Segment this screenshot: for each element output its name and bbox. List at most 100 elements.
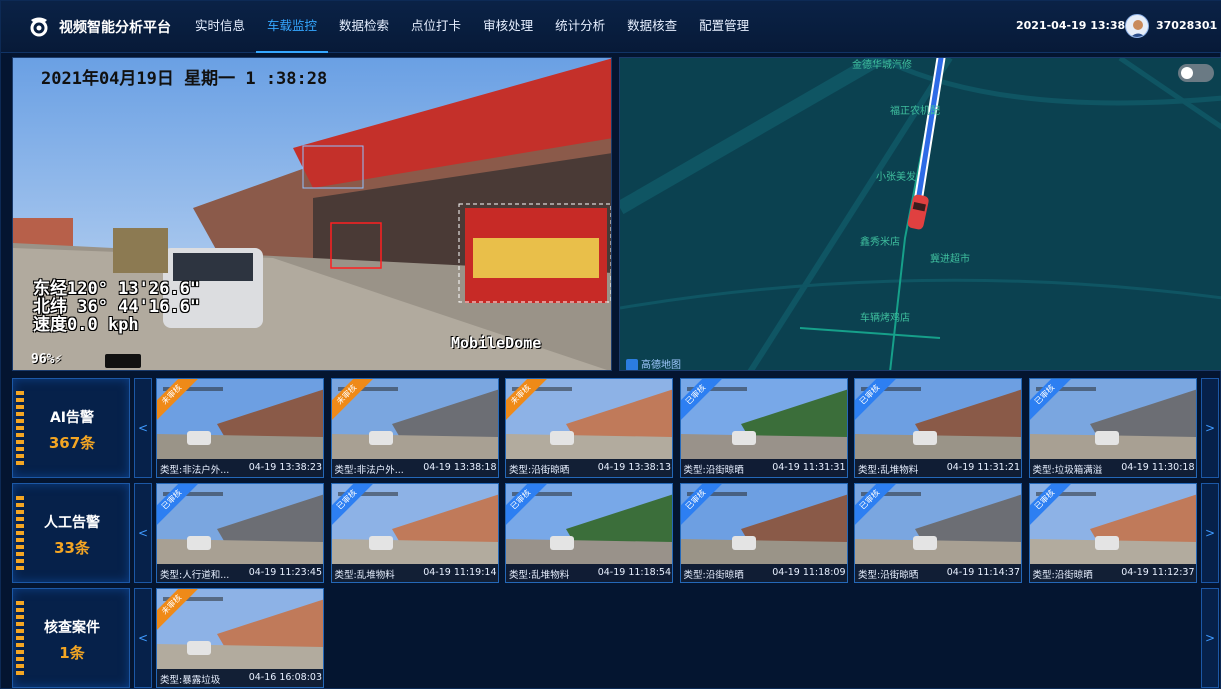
video-datetime-overlay: 2021年04月19日 星期一 1 :38:28 xyxy=(41,69,328,89)
app-root: 视频智能分析平台 实时信息 车载监控 数据检索 点位打卡 审核处理 统计分析 数据核查 配置管… xyxy=(0,0,1221,689)
prev-page-button[interactable]: < xyxy=(134,378,152,478)
thumbnail-caption: 类型:沿街晾晒 04-19 11:12:37 xyxy=(1029,564,1196,582)
user-avatar[interactable] xyxy=(1125,14,1149,38)
alert-time: 04-19 11:14:37 xyxy=(946,567,1020,578)
alert-time: 04-19 11:23:45 xyxy=(248,567,322,578)
alert-thumbnail[interactable]: 已审核 类型:垃圾箱满溢 04-19 11:30:18 xyxy=(1028,378,1197,478)
alert-type: 类型:乱堆物料 xyxy=(509,570,570,581)
category-stripe-icon xyxy=(16,601,24,675)
camera-icon xyxy=(105,354,141,368)
video-brand-watermark: MobileDome xyxy=(451,334,542,352)
alert-time: 04-19 11:12:37 xyxy=(1121,567,1195,578)
alert-thumbnail[interactable]: 已审核 类型:沿街晾晒 04-19 11:14:37 xyxy=(854,483,1022,583)
map-label: 小张美发 xyxy=(876,172,916,183)
nav-item[interactable]: 审核处理 xyxy=(472,1,544,53)
alert-time: 04-19 13:38:13 xyxy=(597,462,671,473)
thumbnail-caption: 类型:乱堆物料 04-19 11:31:21 xyxy=(855,459,1021,477)
category-count: 1条 xyxy=(59,644,85,662)
nav-item[interactable]: 点位打卡 xyxy=(400,1,472,53)
alert-type: 类型:沿街晾晒 xyxy=(509,465,570,476)
alert-thumbnail[interactable]: 已审核 类型:沿街晾晒 04-19 11:12:37 xyxy=(1028,483,1197,583)
alert-row: AI告警 367条 < > 未审核 类型:非法户外... 04-19 13:38:23 未审核… xyxy=(12,378,1221,478)
category-count: 367条 xyxy=(48,434,96,452)
main-nav: 实时信息 车载监控 数据检索 点位打卡 审核处理 统计分析 数据核查 配置管理 xyxy=(184,1,760,53)
map-label: 福正农机配 xyxy=(890,106,940,117)
alert-type: 类型:乱堆物料 xyxy=(334,570,395,581)
map-label: 冀进超市 xyxy=(930,254,970,265)
alert-type: 类型:沿街晾晒 xyxy=(683,570,744,581)
prev-page-button[interactable]: < xyxy=(134,483,152,583)
thumbnail-caption: 类型:沿街晾晒 04-19 11:31:31 xyxy=(680,459,847,477)
alert-type: 类型:暴露垃圾 xyxy=(160,675,221,686)
thumbnail-caption: 类型:沿街晾晒 04-19 11:18:09 xyxy=(680,564,847,582)
nav-item[interactable]: 实时信息 xyxy=(184,1,256,53)
map-label: 车辆烤鸡店 xyxy=(860,313,910,324)
video-battery: 96%⚡ xyxy=(31,352,63,367)
next-page-button[interactable]: > xyxy=(1201,483,1219,583)
alert-type: 类型:垃圾箱满溢 xyxy=(1032,465,1103,476)
alert-thumbnail[interactable]: 已审核 类型:乱堆物料 04-19 11:19:14 xyxy=(330,483,499,583)
map-label: 金德华城汽修 xyxy=(852,60,912,71)
category-card[interactable]: AI告警 367条 xyxy=(12,378,130,478)
alert-thumbnail[interactable]: 已审核 类型:乱堆物料 04-19 11:31:21 xyxy=(854,378,1022,478)
category-card[interactable]: 核查案件 1条 xyxy=(12,588,130,688)
category-title: 核查案件 xyxy=(44,620,100,636)
category-count: 33条 xyxy=(54,539,90,557)
alert-thumbnail[interactable]: 未审核 类型:沿街晾晒 04-19 13:38:13 xyxy=(505,378,673,478)
category-stripe-icon xyxy=(16,391,24,465)
nav-item[interactable]: 配置管理 xyxy=(688,1,760,53)
map-toggle-switch[interactable] xyxy=(1178,64,1214,82)
alert-time: 04-19 13:38:23 xyxy=(248,462,322,473)
next-page-button[interactable]: > xyxy=(1201,378,1219,478)
thumbnail-caption: 类型:暴露垃圾 04-16 16:08:03 xyxy=(157,669,323,687)
alert-type: 类型:非法户外... xyxy=(160,465,230,476)
category-title: 人工告警 xyxy=(44,515,100,531)
live-video-feed[interactable]: 2021年04月19日 星期一 1 :38:28 东经120° 13'26.6"… xyxy=(12,57,612,371)
alert-time: 04-19 11:18:09 xyxy=(772,567,846,578)
next-page-button[interactable]: > xyxy=(1201,588,1219,688)
nav-item[interactable]: 车载监控 xyxy=(256,1,329,53)
alert-type: 类型:非法户外... xyxy=(334,465,404,476)
thumbnail-caption: 类型:乱堆物料 04-19 11:18:54 xyxy=(506,564,672,582)
alert-row: 核查案件 1条 < > 未审核 类型:暴露垃圾 04-16 16:08:03 xyxy=(12,588,1221,688)
category-card[interactable]: 人工告警 33条 xyxy=(12,483,130,583)
map-source-logo: 高德地图 xyxy=(626,356,681,370)
thumbnail-caption: 类型:乱堆物料 04-19 11:19:14 xyxy=(331,564,498,582)
map-panel[interactable]: 金德华城汽修 福正农机配 小张美发 鑫秀米店 冀进超市 车辆烤鸡店 高德地图 xyxy=(619,57,1221,371)
nav-item[interactable]: 数据核查 xyxy=(616,1,688,53)
alert-thumbnail[interactable]: 已审核 类型:沿街晾晒 04-19 11:18:09 xyxy=(679,483,848,583)
nav-item[interactable]: 数据检索 xyxy=(328,1,400,53)
prev-page-button[interactable]: < xyxy=(134,588,152,688)
top-bar: 视频智能分析平台 实时信息 车载监控 数据检索 点位打卡 审核处理 统计分析 数据核查 配置管… xyxy=(1,1,1221,53)
alert-time: 04-16 16:08:03 xyxy=(248,672,322,683)
alert-type: 类型:沿街晾晒 xyxy=(1032,570,1093,581)
map-logo-icon xyxy=(626,359,638,370)
thumbnail-caption: 类型:垃圾箱满溢 04-19 11:30:18 xyxy=(1029,459,1196,477)
video-speed: 速度0.0 kph xyxy=(33,315,139,335)
alert-row: 人工告警 33条 < > 已审核 类型:人行道和... 04-19 11:23:45 已审核类… xyxy=(12,483,1221,583)
alert-time: 04-19 11:31:31 xyxy=(772,462,846,473)
thumbnail-caption: 类型:沿街晾晒 04-19 11:14:37 xyxy=(855,564,1021,582)
category-stripe-icon xyxy=(16,496,24,570)
alert-thumbnail[interactable]: 已审核 类型:乱堆物料 04-19 11:18:54 xyxy=(505,483,673,583)
logo-icon xyxy=(30,17,48,37)
chevron-down-icon[interactable]: ⌄ xyxy=(1206,21,1214,31)
user-icon xyxy=(1130,20,1146,37)
alert-time: 04-19 11:19:14 xyxy=(423,567,497,578)
alert-time: 04-19 11:30:18 xyxy=(1121,462,1195,473)
alert-thumbnail[interactable]: 未审核 类型:非法户外... 04-19 13:38:23 xyxy=(156,378,324,478)
map-label: 鑫秀米店 xyxy=(860,237,900,248)
app-title: 视频智能分析平台 xyxy=(59,20,171,36)
alert-type: 类型:乱堆物料 xyxy=(858,465,919,476)
alert-thumbnail[interactable]: 未审核 类型:非法户外... 04-19 13:38:18 xyxy=(330,378,499,478)
thumbnail-caption: 类型:非法户外... 04-19 13:38:23 xyxy=(157,459,323,477)
alert-thumbnail[interactable]: 已审核 类型:人行道和... 04-19 11:23:45 xyxy=(156,483,324,583)
alert-thumbnail[interactable]: 已审核 类型:沿街晾晒 04-19 11:31:31 xyxy=(679,378,848,478)
thumbnail-caption: 类型:沿街晾晒 04-19 13:38:13 xyxy=(506,459,672,477)
alert-thumbnail[interactable]: 未审核 类型:暴露垃圾 04-16 16:08:03 xyxy=(156,588,324,688)
alert-type: 类型:沿街晾晒 xyxy=(683,465,744,476)
category-title: AI告警 xyxy=(49,410,95,426)
alert-time: 04-19 11:31:21 xyxy=(946,462,1020,473)
nav-item[interactable]: 统计分析 xyxy=(544,1,616,53)
alert-type: 类型:沿街晾晒 xyxy=(858,570,919,581)
